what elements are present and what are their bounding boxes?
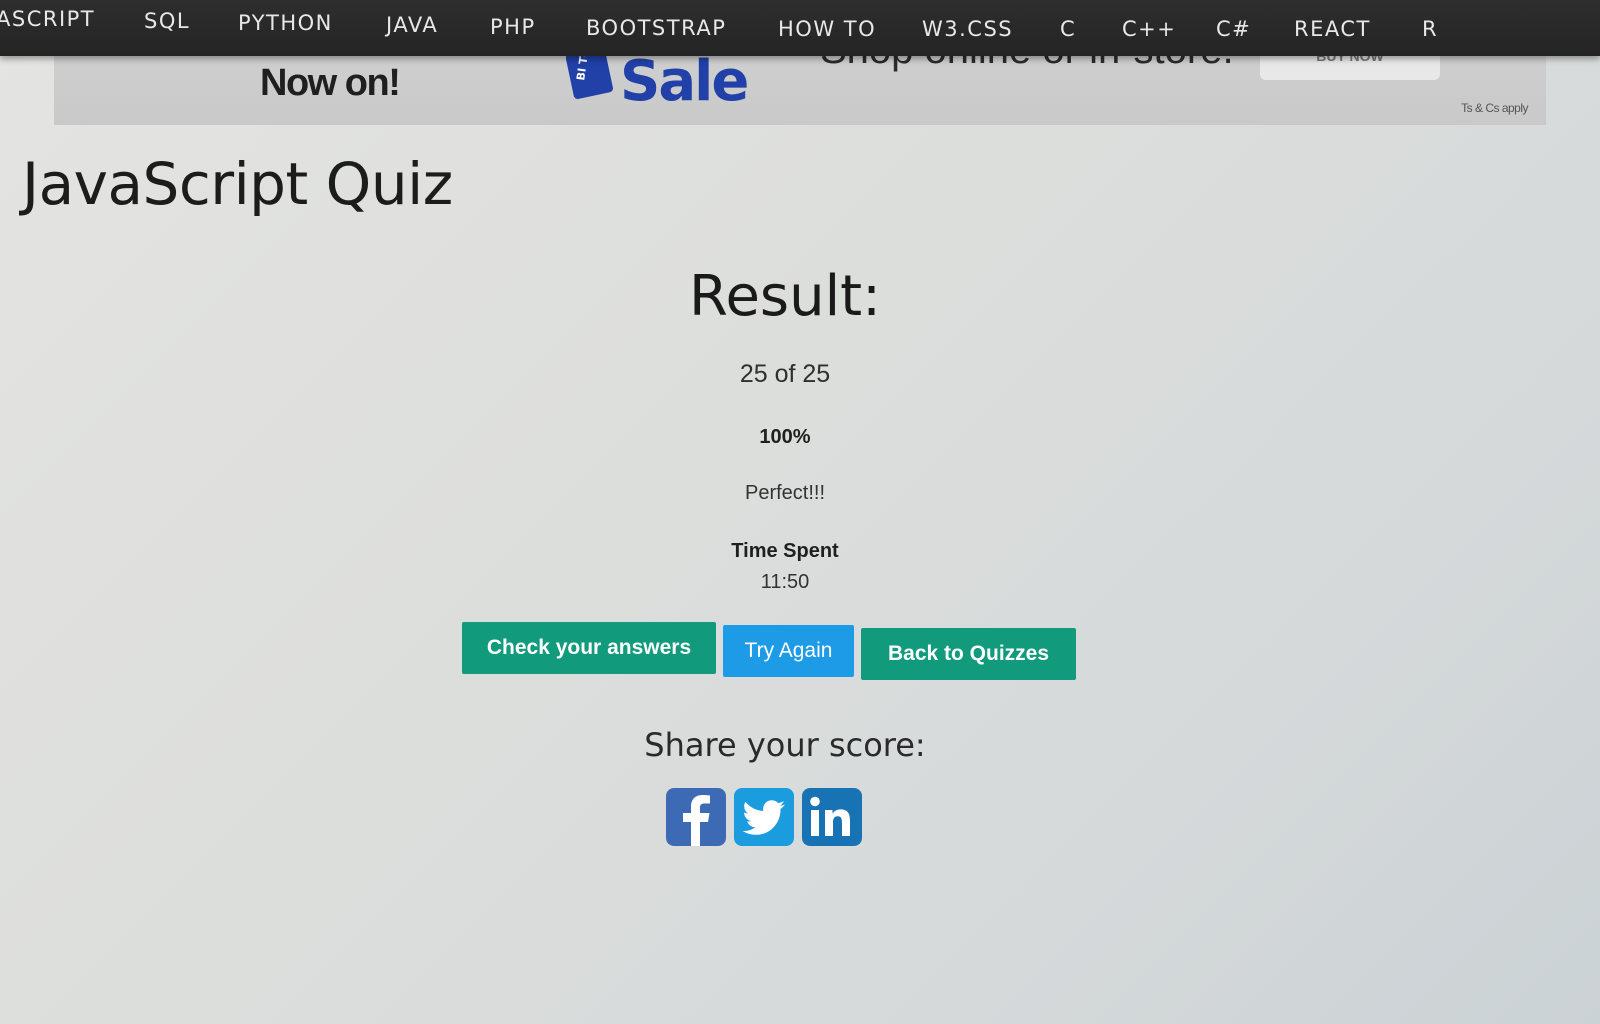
ad-banner[interactable]: Now on! BI TO Sale Shop online or in-sto…: [54, 50, 1546, 125]
score-text: 25 of 25: [739, 360, 831, 388]
back-to-quizzes-button[interactable]: Back to Quizzes: [861, 628, 1076, 680]
time-spent-value: 11:50: [760, 571, 810, 593]
linkedin-share-button[interactable]: [802, 788, 862, 846]
twitter-share-button[interactable]: [734, 788, 794, 846]
sale-logo: BI TO Sale: [566, 52, 749, 107]
linkedin-icon: [810, 796, 850, 836]
nav-item-php[interactable]: PHP: [490, 15, 536, 39]
top-navigation-bar: ASCRIPT SQL PYTHON JAVA PHP BOOTSTRAP HO…: [0, 0, 1600, 56]
page-title: JavaScript Quiz: [22, 150, 453, 218]
result-message: Perfect!!!: [744, 482, 826, 504]
nav-item-bootstrap[interactable]: BOOTSTRAP: [586, 16, 726, 40]
nav-item-java[interactable]: JAVA: [386, 13, 438, 37]
twitter-icon: [742, 800, 785, 835]
ad-tagline: Now on!: [260, 62, 401, 104]
result-heading: Result:: [689, 264, 881, 329]
facebook-icon: [683, 795, 710, 846]
nav-item-react[interactable]: REACT: [1294, 17, 1371, 41]
time-spent-label: Time Spent: [731, 540, 839, 562]
share-score-label: Share your score:: [644, 726, 926, 764]
nav-item-c[interactable]: C: [1060, 17, 1076, 41]
facebook-share-button[interactable]: [666, 788, 726, 846]
try-again-button[interactable]: Try Again: [723, 625, 854, 677]
ad-terms: Ts & Cs apply: [1461, 101, 1528, 115]
nav-item-csharp[interactable]: C#: [1216, 17, 1251, 41]
sale-logo-text: Sale: [620, 52, 747, 107]
nav-item-sql[interactable]: SQL: [144, 9, 190, 33]
percent-text: 100%: [759, 426, 811, 448]
nav-item-r[interactable]: R: [1422, 17, 1438, 41]
nav-item-python[interactable]: PYTHON: [238, 11, 333, 35]
nav-item-cpp[interactable]: C++: [1122, 17, 1176, 41]
nav-item-how-to[interactable]: HOW TO: [778, 17, 876, 41]
nav-item-w3css[interactable]: W3.CSS: [922, 17, 1013, 41]
nav-item-javascript[interactable]: ASCRIPT: [0, 7, 95, 31]
check-answers-button[interactable]: Check your answers: [462, 622, 716, 674]
